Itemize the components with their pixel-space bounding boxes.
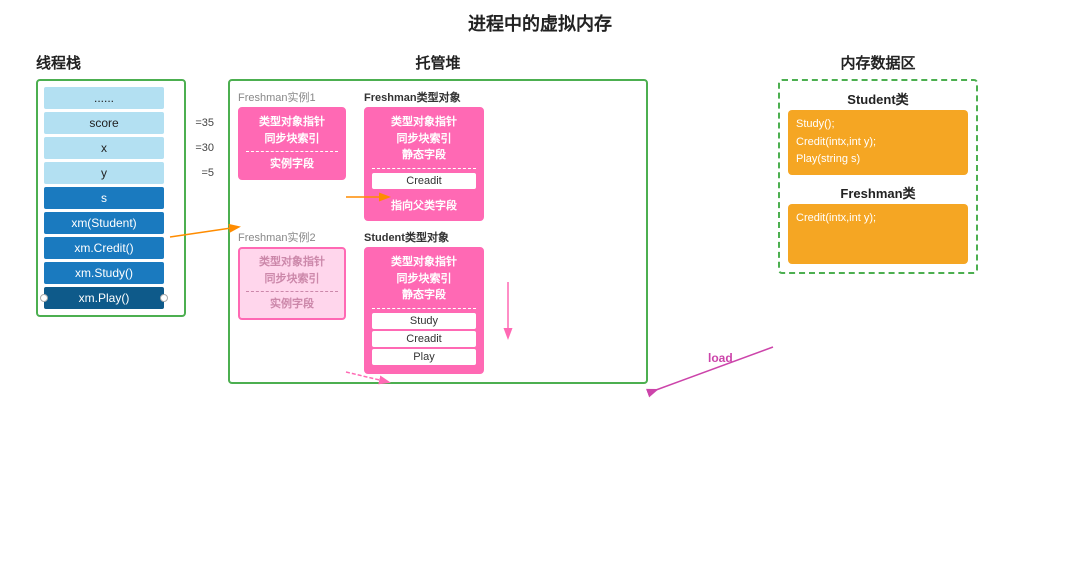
instance2-divider: [246, 291, 338, 292]
stack-cell-y: y: [44, 162, 164, 184]
stack-row-y: y =5: [44, 162, 178, 184]
instance2-col: Freshman实例2 类型对象指针 同步块索引 实例字段: [238, 229, 346, 320]
stack-cell-xm-student: xm(Student): [44, 212, 164, 234]
instance1-box: 类型对象指针 同步块索引 实例字段: [238, 107, 346, 180]
stack-cell-s: s: [44, 187, 164, 209]
stack-row-xm-student: xm(Student): [44, 212, 178, 234]
stype-play: Play: [372, 349, 476, 365]
heap-row2: Freshman实例2 类型对象指针 同步块索引 实例字段 Student类型对…: [238, 229, 638, 374]
student-type-box: 类型对象指针 同步块索引 静态字段 Study Creadit Play: [364, 247, 484, 374]
stack-row-xm-play: xm.Play(): [44, 287, 178, 309]
stype-creadit: Creadit: [372, 331, 476, 347]
stack-row-score: score =35: [44, 112, 178, 134]
stack-label: 线程栈: [36, 52, 186, 73]
student-type-col: Student类型对象 类型对象指针 同步块索引 静态字段 Study Crea…: [364, 229, 484, 374]
heap-outer-box: Freshman实例1 类型对象指针 同步块索引 实例字段 Freshman类型…: [228, 79, 648, 384]
student-type-label: Student类型对象: [364, 229, 484, 245]
stack-row-xm-study: xm.Study(): [44, 262, 178, 284]
stack-row-s: s: [44, 187, 178, 209]
stack-cell-xm-credit: xm.Credit(): [44, 237, 164, 259]
y-value: =5: [201, 167, 214, 179]
stack-row-x: x =30: [44, 137, 178, 159]
load-label: load: [708, 351, 733, 365]
memory-label: 内存数据区: [778, 52, 978, 73]
freshman-type-box: 类型对象指针 同步块索引 静态字段 Creadit 指向父类字段: [364, 107, 484, 221]
ftype-divider: [372, 168, 476, 169]
stack-cell-x: x: [44, 137, 164, 159]
stack-cell-score: score: [44, 112, 164, 134]
instance1-label: Freshman实例1: [238, 89, 346, 105]
ftype-divider2: [372, 193, 476, 194]
ftype-sync: 同步块索引: [372, 131, 476, 148]
stack-cell-dots: ......: [44, 87, 164, 109]
instance1-divider: [246, 151, 338, 152]
heap-row1: Freshman实例1 类型对象指针 同步块索引 实例字段 Freshman类型…: [238, 89, 638, 221]
ftype-creadit: Creadit: [372, 173, 476, 189]
instance1-type-ptr: 类型对象指针: [246, 114, 338, 131]
stack-cell-xm-study: xm.Study(): [44, 262, 164, 284]
instance2-type-ptr: 类型对象指针: [246, 254, 338, 271]
student-class-label: Student类: [788, 89, 968, 108]
stack-row-xm-credit: xm.Credit(): [44, 237, 178, 259]
x-value: =30: [195, 142, 214, 154]
freshman-type-label: Freshman类型对象: [364, 89, 484, 105]
page-title: 进程中的虚拟内存: [0, 0, 1080, 42]
instance1-col: Freshman实例1 类型对象指针 同步块索引 实例字段: [238, 89, 346, 180]
stype-static: 静态字段: [372, 287, 476, 304]
thread-stack-section: 线程栈 ...... score =35 x =30 y =5 s xm(St: [36, 52, 186, 317]
thread-stack-box: ...... score =35 x =30 y =5 s xm(Student…: [36, 79, 186, 317]
instance1-sync-idx: 同步块索引: [246, 131, 338, 148]
instance1-field: 实例字段: [246, 156, 338, 173]
heap-label: 托管堆: [228, 52, 648, 73]
ftype-static: 静态字段: [372, 147, 476, 164]
stype-ptr: 类型对象指针: [372, 254, 476, 271]
heap-section: 托管堆 Freshman实例1 类型对象指针 同步块索引 实例字段 Freshm…: [228, 52, 648, 384]
memory-outer-box: Student类 Study(); Credit(intx,int y); Pl…: [778, 79, 978, 274]
ftype-ptr: 类型对象指针: [372, 114, 476, 131]
stype-study: Study: [372, 313, 476, 329]
stack-row-dots: ......: [44, 87, 178, 109]
freshman-type-col: Freshman类型对象 类型对象指针 同步块索引 静态字段 Creadit 指…: [364, 89, 484, 221]
memory-section: 内存数据区 Student类 Study(); Credit(intx,int …: [778, 52, 978, 274]
instance2-field: 实例字段: [246, 296, 338, 313]
stype-sync: 同步块索引: [372, 271, 476, 288]
ftype-parent: 指向父类字段: [372, 198, 476, 215]
instance2-box: 类型对象指针 同步块索引 实例字段: [238, 247, 346, 320]
freshman-class-label: Freshman类: [788, 183, 968, 202]
stack-cell-xm-play: xm.Play(): [44, 287, 164, 309]
stype-divider: [372, 308, 476, 309]
student-class-box: Study(); Credit(intx,int y); Play(string…: [788, 110, 968, 175]
instance2-label: Freshman实例2: [238, 229, 346, 245]
instance2-sync-idx: 同步块索引: [246, 271, 338, 288]
score-value: =35: [195, 117, 214, 129]
freshman-class-box: Credit(intx,int y);: [788, 204, 968, 264]
